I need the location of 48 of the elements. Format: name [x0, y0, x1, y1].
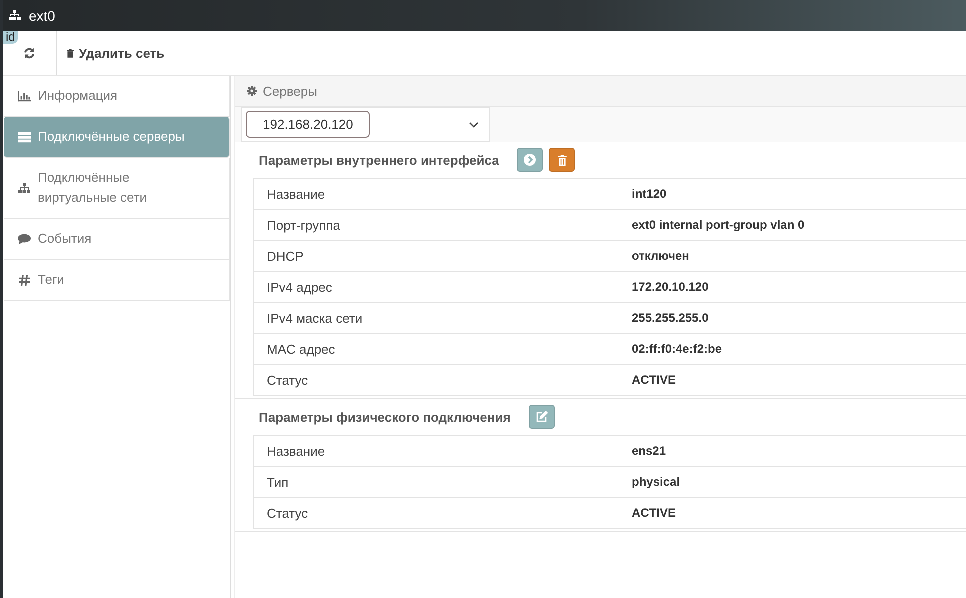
chevron-down-icon [469, 122, 479, 128]
property-value: ACTIVE [632, 506, 676, 520]
id-badge: id [3, 31, 18, 44]
property-value: int120 [632, 187, 667, 201]
property-label: Статус [266, 506, 310, 520]
property-value: ACTIVE [632, 373, 676, 387]
panel-title: Серверы [263, 84, 318, 98]
go-button[interactable] [517, 148, 544, 172]
gear-icon [247, 86, 257, 96]
property-label: Название [266, 186, 326, 202]
refresh-icon [23, 46, 36, 60]
property-value: physical [632, 475, 680, 489]
network-icon [18, 182, 31, 194]
property-value: 255.255.255.0 [632, 311, 709, 325]
server-icon [18, 132, 31, 142]
property-value: ens21 [632, 444, 666, 458]
property-value: ext0 internal port-group vlan 0 [632, 218, 805, 232]
edit-button[interactable] [528, 405, 555, 429]
property-label: IPv4 маска сети [266, 310, 364, 326]
trash-icon [558, 154, 567, 166]
sidebar-item[interactable]: Подключённые виртуальные сети [4, 158, 230, 219]
speech-bubble-icon [18, 234, 31, 244]
bar-chart-icon [18, 90, 31, 102]
property-label: Порт-группа [266, 218, 342, 232]
server-select[interactable]: 192.168.20.120 [241, 107, 490, 142]
property-label: Название [266, 444, 326, 458]
sidebar-item[interactable]: Информация [4, 76, 230, 117]
property-label: MAC адрес [266, 342, 336, 356]
property-value: 02:ff:f0:4e:f2:be [632, 342, 722, 356]
network-icon [9, 10, 21, 21]
property-label: Статус [266, 372, 310, 388]
property-label: Тип [266, 474, 290, 490]
sidebar-item[interactable]: Подключённые серверы [4, 117, 230, 158]
delete-network-button[interactable]: Удалить сеть [67, 46, 165, 60]
property-value: отключен [632, 249, 690, 263]
hash-icon [18, 274, 31, 286]
section-title: Параметры физического подключения [259, 410, 511, 424]
sidebar-item[interactable]: Теги [4, 260, 230, 301]
window-title: ext0 [29, 8, 56, 24]
delete-button[interactable] [549, 148, 576, 172]
property-label: IPv4 адрес [266, 280, 334, 294]
property-label: DHCP [266, 248, 305, 264]
sidebar-item[interactable]: События [4, 219, 230, 260]
trash-icon [67, 48, 74, 58]
property-value: 172.20.10.120 [632, 280, 709, 294]
edit-icon [536, 411, 548, 423]
chevron-right-icon [524, 154, 536, 166]
section-title: Параметры внутреннего интерфейса [259, 152, 500, 168]
